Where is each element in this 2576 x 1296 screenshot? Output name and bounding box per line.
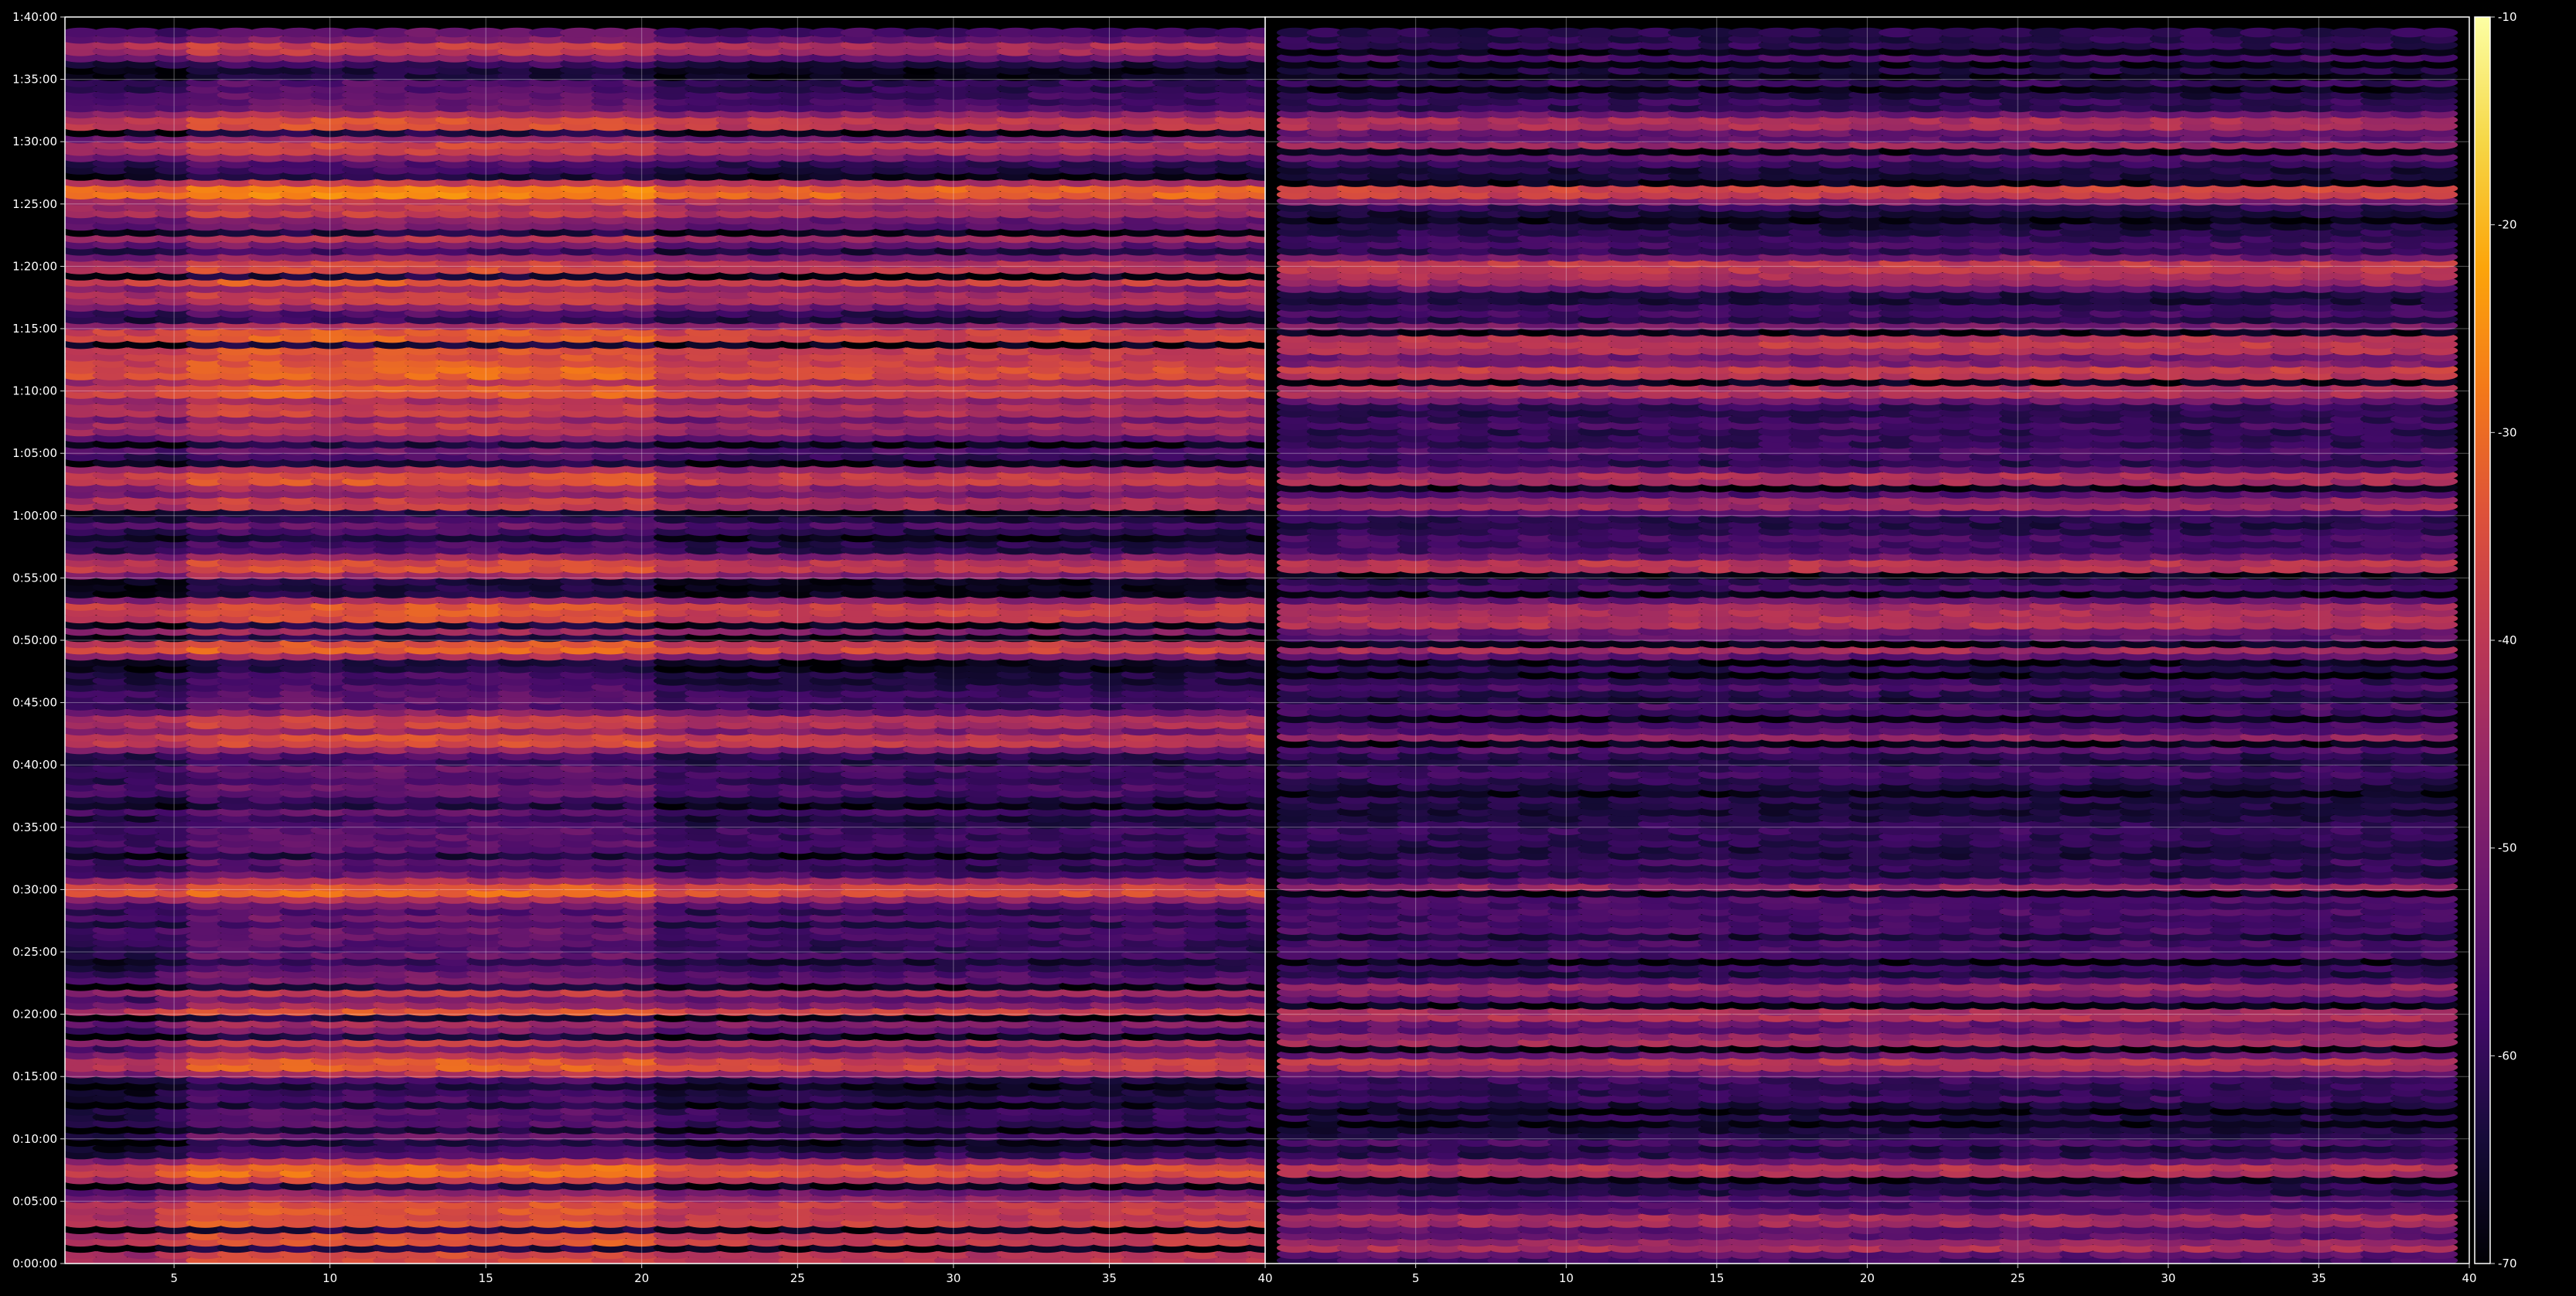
chart-canvas: 5 10 15 20 25 30 35 400:00:000:05:000:10:000:15… <box>12 10 2516 1285</box>
heatmap-cells <box>65 27 1265 1264</box>
heatmap-panel-1: 5 10 15 20 25 30 35 400:00:000:05:000:10:000:15… <box>12 10 1272 1285</box>
heatmap-chart: 5 10 15 20 25 30 35 40 0:00:00 0:05:00 0:10:00 0:15… <box>0 0 2576 1293</box>
